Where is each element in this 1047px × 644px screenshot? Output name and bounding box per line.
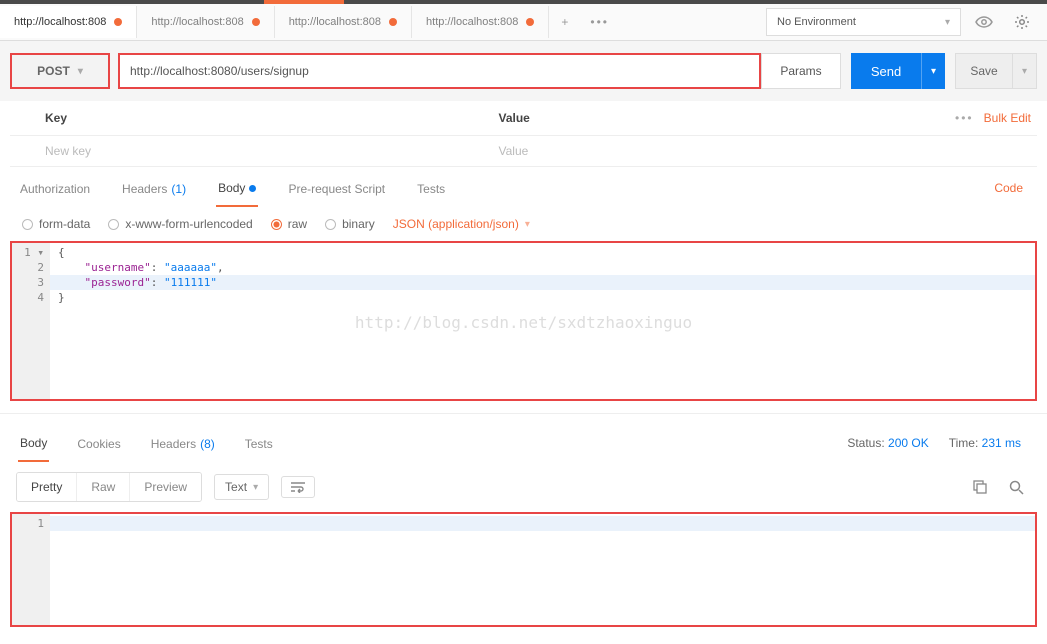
chevron-down-icon: ▾ xyxy=(931,66,936,77)
radio-icon xyxy=(22,219,33,230)
tab-headers[interactable]: Headers (1) xyxy=(120,173,188,207)
tab-label: http://localhost:808 xyxy=(426,16,518,28)
chevron-down-icon: ▾ xyxy=(253,482,258,493)
search-icon xyxy=(1009,480,1024,495)
key-column-header: Key xyxy=(10,111,464,125)
method-select[interactable]: POST ▾ xyxy=(10,53,110,89)
gear-icon xyxy=(1014,14,1030,30)
response-format-select[interactable]: Text ▾ xyxy=(214,474,269,500)
wrap-icon xyxy=(290,481,306,493)
bulk-edit-link[interactable]: Bulk Edit xyxy=(984,111,1031,125)
request-bar: POST ▾ Params Send ▾ Save ▾ xyxy=(0,41,1047,101)
key-input[interactable]: New key xyxy=(10,144,464,158)
radio-formdata[interactable]: form-data xyxy=(22,217,90,231)
tabs-overflow-button[interactable]: ••• xyxy=(580,7,619,37)
request-body-editor[interactable]: 1 ▾ 2 3 4 { "username": "aaaaaa", "passw… xyxy=(10,241,1037,401)
view-mode-group: Pretty Raw Preview xyxy=(16,472,202,502)
value-input[interactable]: Value xyxy=(464,144,918,158)
active-dot-icon xyxy=(249,185,256,192)
params-button[interactable]: Params xyxy=(761,53,841,89)
tab-label: http://localhost:808 xyxy=(14,16,106,28)
environment-bar: No Environment ▾ xyxy=(766,4,1047,40)
view-raw[interactable]: Raw xyxy=(77,473,130,501)
view-pretty[interactable]: Pretty xyxy=(17,473,77,501)
tab-authorization[interactable]: Authorization xyxy=(18,173,92,207)
line-gutter: 1 xyxy=(12,514,50,625)
view-preview[interactable]: Preview xyxy=(130,473,201,501)
environment-value: No Environment xyxy=(777,16,856,28)
response-meta: Status: 200 OK Time: 231 ms xyxy=(847,428,1029,462)
eye-icon xyxy=(975,16,993,28)
request-tab[interactable]: http://localhost:808 xyxy=(0,6,137,38)
response-tab-tests[interactable]: Tests xyxy=(243,428,275,462)
response-tab-headers[interactable]: Headers (8) xyxy=(149,428,217,462)
top-border xyxy=(0,0,1047,4)
more-button[interactable]: ••• xyxy=(955,111,974,125)
response-format-bar: Pretty Raw Preview Text ▾ xyxy=(0,462,1047,512)
request-tab[interactable]: http://localhost:808 xyxy=(412,6,549,38)
response-tabs: Body Cookies Headers (8) Tests Status: 2… xyxy=(0,413,1047,462)
content-type-select[interactable]: JSON (application/json) ▾ xyxy=(393,217,530,231)
radio-binary[interactable]: binary xyxy=(325,217,375,231)
tab-label: http://localhost:808 xyxy=(151,16,243,28)
chevron-down-icon: ▾ xyxy=(945,17,950,28)
tab-prerequest[interactable]: Pre-request Script xyxy=(286,173,387,207)
copy-icon xyxy=(973,480,987,494)
wrap-button[interactable] xyxy=(281,476,315,498)
radio-raw[interactable]: raw xyxy=(271,217,307,231)
copy-response-button[interactable] xyxy=(965,473,995,501)
request-tab[interactable]: http://localhost:808 xyxy=(275,6,412,38)
send-dropdown[interactable]: ▾ xyxy=(921,53,945,89)
send-button[interactable]: Send xyxy=(851,53,921,89)
save-button[interactable]: Save xyxy=(955,53,1013,89)
environment-preview-button[interactable] xyxy=(969,8,999,36)
unsaved-dot-icon xyxy=(114,18,122,26)
unsaved-dot-icon xyxy=(526,18,534,26)
request-subtabs: Authorization Headers (1) Body Pre-reque… xyxy=(0,167,1047,207)
radio-urlencoded[interactable]: x-www-form-urlencoded xyxy=(108,217,252,231)
kv-input-row[interactable]: New key Value xyxy=(10,136,1037,167)
radio-selected-icon xyxy=(271,219,282,230)
code-area[interactable] xyxy=(50,514,1035,531)
save-dropdown[interactable]: ▾ xyxy=(1013,53,1037,89)
environment-select[interactable]: No Environment ▾ xyxy=(766,8,961,36)
chevron-down-icon: ▾ xyxy=(1022,66,1027,77)
kv-header-row: Key Value ••• Bulk Edit xyxy=(10,101,1037,136)
url-input[interactable] xyxy=(118,53,761,89)
request-tab[interactable]: http://localhost:808 xyxy=(137,6,274,38)
request-tabs: http://localhost:808 http://localhost:80… xyxy=(0,4,1047,41)
search-response-button[interactable] xyxy=(1001,473,1031,501)
tab-tests[interactable]: Tests xyxy=(415,173,447,207)
radio-icon xyxy=(325,219,336,230)
new-tab-button[interactable]: + xyxy=(549,7,580,37)
code-area[interactable]: { "username": "aaaaaa", "password": "111… xyxy=(50,243,1035,305)
response-tab-cookies[interactable]: Cookies xyxy=(75,428,122,462)
response-tab-body[interactable]: Body xyxy=(18,428,49,462)
tab-label: http://localhost:808 xyxy=(289,16,381,28)
body-type-options: form-data x-www-form-urlencoded raw bina… xyxy=(0,207,1047,241)
tab-body[interactable]: Body xyxy=(216,173,258,207)
code-link[interactable]: Code xyxy=(988,173,1029,207)
method-value: POST xyxy=(37,64,70,78)
value-column-header: Value xyxy=(464,111,918,125)
line-gutter: 1 ▾ 2 3 4 xyxy=(12,243,50,399)
radio-icon xyxy=(108,219,119,230)
chevron-down-icon: ▾ xyxy=(78,66,83,77)
unsaved-dot-icon xyxy=(252,18,260,26)
response-body-editor[interactable]: 1 xyxy=(10,512,1037,627)
unsaved-dot-icon xyxy=(389,18,397,26)
watermark: http://blog.csdn.net/sxdtzhaoxinguo xyxy=(12,313,1035,332)
settings-button[interactable] xyxy=(1007,8,1037,36)
chevron-down-icon: ▾ xyxy=(525,219,530,230)
